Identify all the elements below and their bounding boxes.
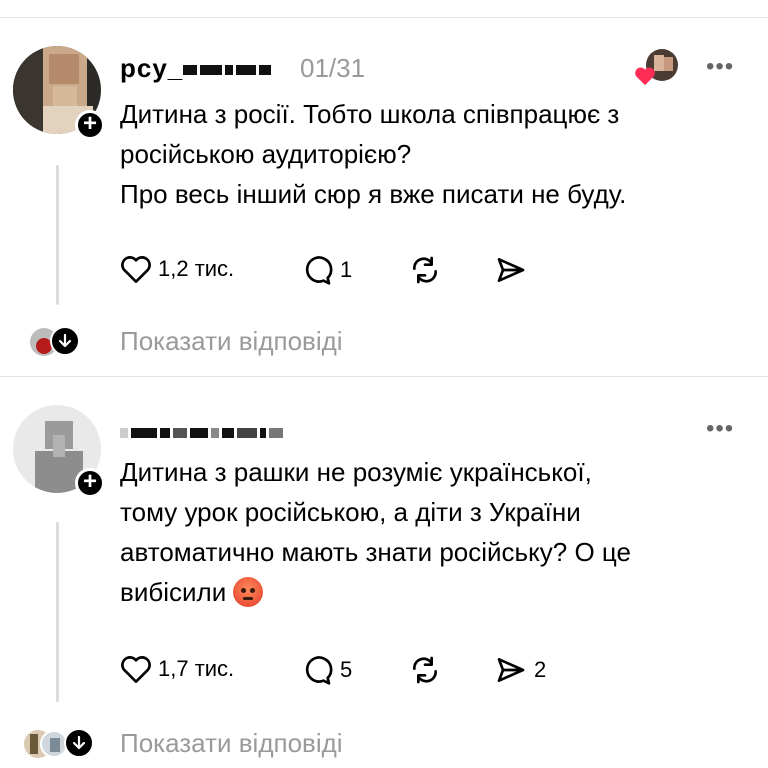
post-text-line: автоматично мають знати російську? О це (120, 537, 631, 567)
comment-count: 5 (340, 657, 353, 682)
post-text-line: Дитина з росії. Тобто школа співпрацює з (120, 99, 620, 129)
send-arrow-icon (497, 658, 525, 682)
angry-face-emoji (233, 577, 264, 607)
like-count: 1,2 тис. (158, 256, 235, 281)
comment-bubble-icon (305, 256, 333, 285)
thread-line (56, 522, 59, 702)
share-count: 2 (534, 657, 547, 682)
more-dots-icon[interactable]: ••• (706, 55, 734, 79)
like-count: 1,7 тис. (158, 656, 235, 681)
post-text-line: Дитина з рашки не розуміє української, (120, 457, 592, 487)
comment-count: 1 (340, 257, 353, 282)
like-button[interactable]: 1,2 тис. (120, 254, 234, 284)
post-body: Дитина з рашки не розуміє української, т… (120, 452, 740, 612)
comment-button[interactable]: 1 (300, 254, 352, 286)
more-dots-icon[interactable]: ••• (706, 417, 734, 441)
send-arrow-icon (497, 258, 525, 282)
like-button[interactable]: 1,7 тис. (120, 654, 234, 684)
comment-bubble-icon (305, 656, 333, 685)
repost-arrows-icon (413, 256, 437, 284)
comment-button[interactable]: 5 (300, 654, 352, 686)
follow-plus-icon[interactable]: + (75, 110, 105, 140)
arrow-down-icon[interactable] (50, 326, 80, 356)
post-text-line: вибісили (120, 577, 227, 607)
heart-outline-icon (121, 656, 151, 684)
post-date: 01/31 (300, 53, 366, 83)
show-replies-link[interactable]: Показати відповіді (120, 326, 343, 356)
heart-outline-icon (121, 256, 151, 283)
repost-arrows-icon (413, 656, 437, 684)
post-body: Дитина з росії. Тобто школа співпрацює з… (120, 94, 740, 214)
heart-filled-icon (634, 66, 656, 91)
share-button[interactable] (494, 254, 528, 286)
post-text-line: російською аудиторією? (120, 139, 412, 169)
show-replies-link[interactable]: Показати відповіді (120, 728, 343, 758)
post-text-line: Про весь інший сюр я вже писати не буду. (120, 179, 627, 209)
username[interactable] (120, 418, 286, 444)
follow-plus-icon[interactable]: + (75, 468, 105, 498)
top-divider (0, 17, 768, 18)
repost-button[interactable] (408, 654, 442, 686)
post-text-line: тому урок російською, а діти з України (120, 497, 581, 527)
post-divider (0, 376, 768, 377)
arrow-down-icon[interactable] (64, 728, 94, 758)
username[interactable]: рсу_ (120, 55, 274, 81)
thread-line (56, 165, 59, 305)
repost-button[interactable] (408, 254, 442, 286)
share-button[interactable]: 2 (494, 654, 546, 686)
